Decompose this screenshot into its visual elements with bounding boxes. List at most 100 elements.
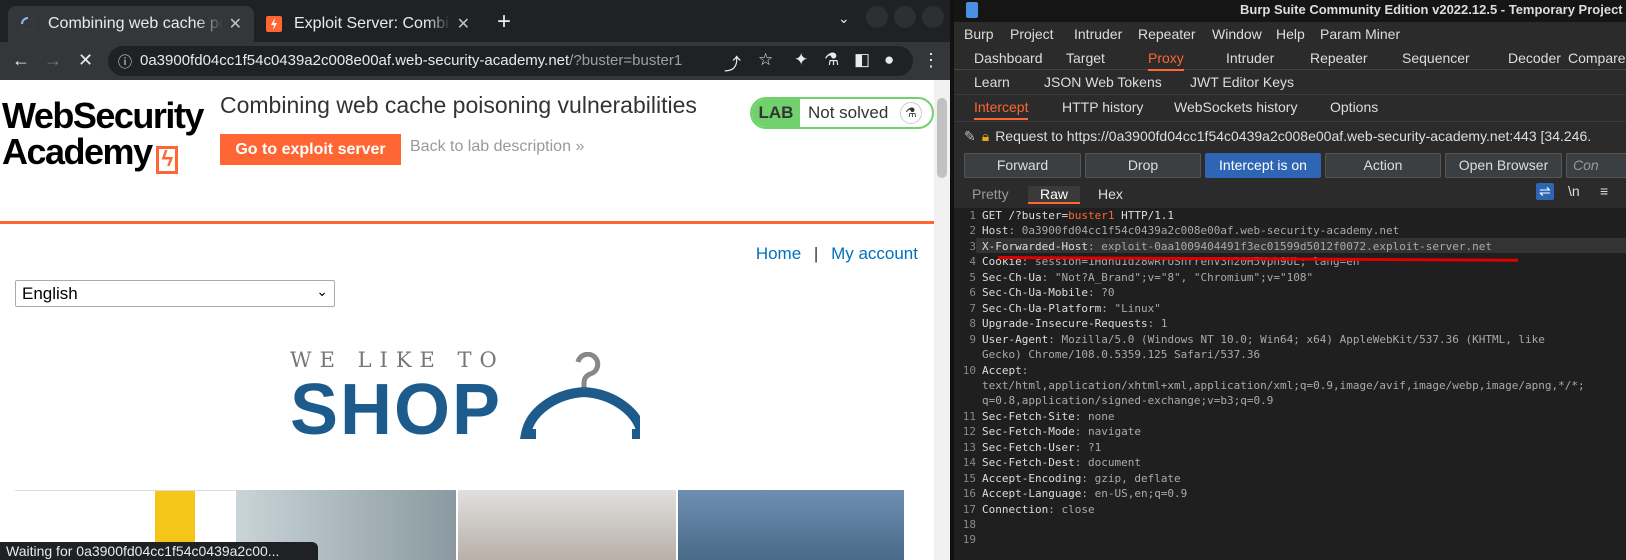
- go-to-exploit-server-button[interactable]: Go to exploit server: [220, 134, 401, 165]
- menu-intruder[interactable]: Intruder: [1074, 26, 1122, 42]
- logo-line2: Academy: [2, 131, 153, 172]
- line-number: 13: [962, 440, 976, 454]
- header-value: : ?1: [1074, 440, 1102, 454]
- tab-title: Combining web cache poisoning vulnerabil…: [48, 15, 223, 32]
- tab-strip: Combining web cache poisoning vulnerabil…: [0, 0, 950, 42]
- scrollbar-thumb[interactable]: [937, 98, 947, 178]
- labs-flask-icon[interactable]: ⚗: [824, 50, 839, 70]
- side-panel-icon[interactable]: ◧: [854, 50, 870, 70]
- intercept-toggle-button[interactable]: Intercept is on: [1205, 153, 1321, 178]
- forward-arrow-icon[interactable]: →: [44, 50, 62, 70]
- tab-websockets-history[interactable]: WebSockets history: [1174, 99, 1297, 115]
- page-scrollbar[interactable]: [934, 80, 950, 560]
- tab-proxy[interactable]: Proxy: [1148, 50, 1184, 71]
- header-key: Sec-Fetch-Dest: [982, 456, 1075, 470]
- close-tab-icon[interactable]: ✕: [229, 14, 242, 34]
- line-number: 1: [969, 209, 976, 222]
- chrome-browser-window: Combining web cache poisoning vulnerabil…: [0, 0, 950, 560]
- header-value: : en-US,en;q=0.9: [1081, 487, 1188, 501]
- tab-json-web-tokens[interactable]: JSON Web Tokens: [1044, 74, 1162, 90]
- request-line: Sec-Fetch-Site: none: [982, 410, 1114, 423]
- profile-avatar-icon[interactable]: ●: [884, 50, 894, 70]
- menu-burp[interactable]: Burp: [964, 26, 994, 42]
- maximize-button[interactable]: [894, 6, 916, 28]
- menu-repeater[interactable]: Repeater: [1138, 26, 1196, 42]
- tab-comparer[interactable]: Comparer: [1568, 50, 1626, 66]
- comment-field[interactable]: Con: [1566, 153, 1626, 178]
- open-browser-button[interactable]: Open Browser: [1445, 153, 1562, 178]
- header-value: : navigate: [1074, 425, 1141, 439]
- info-icon[interactable]: ⓘ: [118, 52, 132, 72]
- request-line: Accept-Encoding: gzip, deflate: [982, 472, 1181, 485]
- menu-param-miner[interactable]: Param Miner: [1320, 26, 1400, 42]
- web-security-academy-logo[interactable]: WebSecurity Academy ϟ: [2, 98, 204, 174]
- kebab-menu-icon[interactable]: ⋮: [922, 50, 940, 70]
- header-value: : close: [1048, 502, 1095, 516]
- menu-lines-icon[interactable]: ≡: [1600, 183, 1608, 199]
- back-to-lab-description-link[interactable]: Back to lab description »: [410, 138, 584, 156]
- menu-project[interactable]: Project: [1010, 26, 1054, 42]
- close-window-button[interactable]: [922, 6, 944, 28]
- burp-app-icon: [966, 2, 978, 18]
- tab-target[interactable]: Target: [1066, 50, 1105, 66]
- tab-pretty[interactable]: Pretty: [972, 186, 1009, 202]
- header-key: Sec-Fetch-Mode: [982, 425, 1075, 439]
- drop-button[interactable]: Drop: [1085, 153, 1201, 178]
- burp-main-tabs: Dashboard Target Proxy Intruder Repeater…: [954, 46, 1626, 71]
- request-line: Sec-Ch-Ua: "Not?A_Brand";v="8", "Chromiu…: [982, 271, 1313, 284]
- tab-repeater[interactable]: Repeater: [1310, 50, 1368, 66]
- share-icon[interactable]: ⤴: [724, 50, 741, 75]
- request-line: Sec-Ch-Ua-Platform: "Linux": [982, 302, 1161, 315]
- stop-loading-icon[interactable]: ✕: [78, 50, 93, 70]
- request-line: Gecko) Chrome/108.0.5359.125 Safari/537.…: [982, 348, 1260, 361]
- web-page-content: WebSecurity Academy ϟ Combining web cache…: [0, 80, 934, 560]
- tab-decoder[interactable]: Decoder: [1508, 50, 1561, 66]
- menu-window[interactable]: Window: [1212, 26, 1262, 42]
- new-tab-button[interactable]: +: [497, 8, 511, 36]
- product-image[interactable]: [678, 490, 904, 560]
- language-select[interactable]: English ⌄: [15, 280, 335, 307]
- header-value: : document: [1074, 456, 1141, 470]
- tab-learn[interactable]: Learn: [974, 74, 1010, 90]
- tab-hex[interactable]: Hex: [1098, 186, 1123, 202]
- tab-dashboard[interactable]: Dashboard: [974, 50, 1043, 66]
- home-link[interactable]: Home: [756, 244, 801, 263]
- raw-request-editor[interactable]: 1 GET /?buster=buster1 HTTP/1.1 2 Host: 0a3…: [954, 208, 1626, 560]
- top-nav: Home | My account: [756, 244, 918, 264]
- tab-raw[interactable]: Raw: [1028, 186, 1081, 204]
- language-selected-value: English: [22, 284, 78, 303]
- line-number: 12: [962, 425, 976, 439]
- minimize-button[interactable]: [866, 6, 888, 28]
- tab-jwt-editor-keys[interactable]: JWT Editor Keys: [1190, 74, 1294, 90]
- pencil-icon[interactable]: ✎: [964, 128, 976, 144]
- back-arrow-icon[interactable]: ←: [12, 50, 30, 70]
- close-tab-icon[interactable]: ✕: [457, 14, 470, 34]
- my-account-link[interactable]: My account: [831, 244, 918, 263]
- line-number: 4: [969, 255, 976, 269]
- request-line-rest: HTTP/1.1: [1114, 209, 1175, 222]
- tab-exploit-server[interactable]: Exploit Server: Combining web cache pois…: [254, 6, 482, 42]
- header-key: Sec-Ch-Ua-Mobile: [982, 286, 1088, 300]
- tab-sequencer[interactable]: Sequencer: [1402, 50, 1470, 66]
- action-button[interactable]: Action: [1325, 153, 1441, 178]
- product-image[interactable]: [458, 490, 676, 560]
- tab-options[interactable]: Options: [1330, 99, 1378, 115]
- newline-toggle-icon[interactable]: \n: [1568, 183, 1580, 199]
- bookmark-star-icon[interactable]: ☆: [758, 50, 773, 70]
- tab-http-history[interactable]: HTTP history: [1062, 99, 1143, 115]
- extensions-puzzle-icon[interactable]: ✦: [794, 50, 808, 70]
- header-key: User-Agent: [982, 332, 1049, 346]
- tab-intruder[interactable]: Intruder: [1226, 50, 1274, 66]
- chevron-down-icon[interactable]: ⌄: [838, 10, 850, 27]
- request-line: Sec-Ch-Ua-Mobile: ?0: [982, 286, 1114, 299]
- request-line: Host: 0a3900fd04cc1f54c0439a2c008e00af.w…: [982, 224, 1399, 237]
- header-value: : 1: [1147, 317, 1168, 331]
- menu-help[interactable]: Help: [1276, 26, 1305, 42]
- tab-active-lab[interactable]: Combining web cache poisoning vulnerabil…: [8, 6, 254, 42]
- wrap-lines-icon[interactable]: ⇌: [1536, 183, 1554, 200]
- header-value: : "Not?A_Brand";v="8", "Chromium";v="108…: [1041, 270, 1314, 284]
- lab-title: Combining web cache poisoning vulnerabil…: [220, 92, 697, 118]
- tab-intercept[interactable]: Intercept: [974, 99, 1029, 120]
- address-bar[interactable]: ⓘ 0a3900fd04cc1f54c0439a2c008e00af.web-s…: [108, 46, 913, 76]
- forward-button[interactable]: Forward: [964, 153, 1081, 178]
